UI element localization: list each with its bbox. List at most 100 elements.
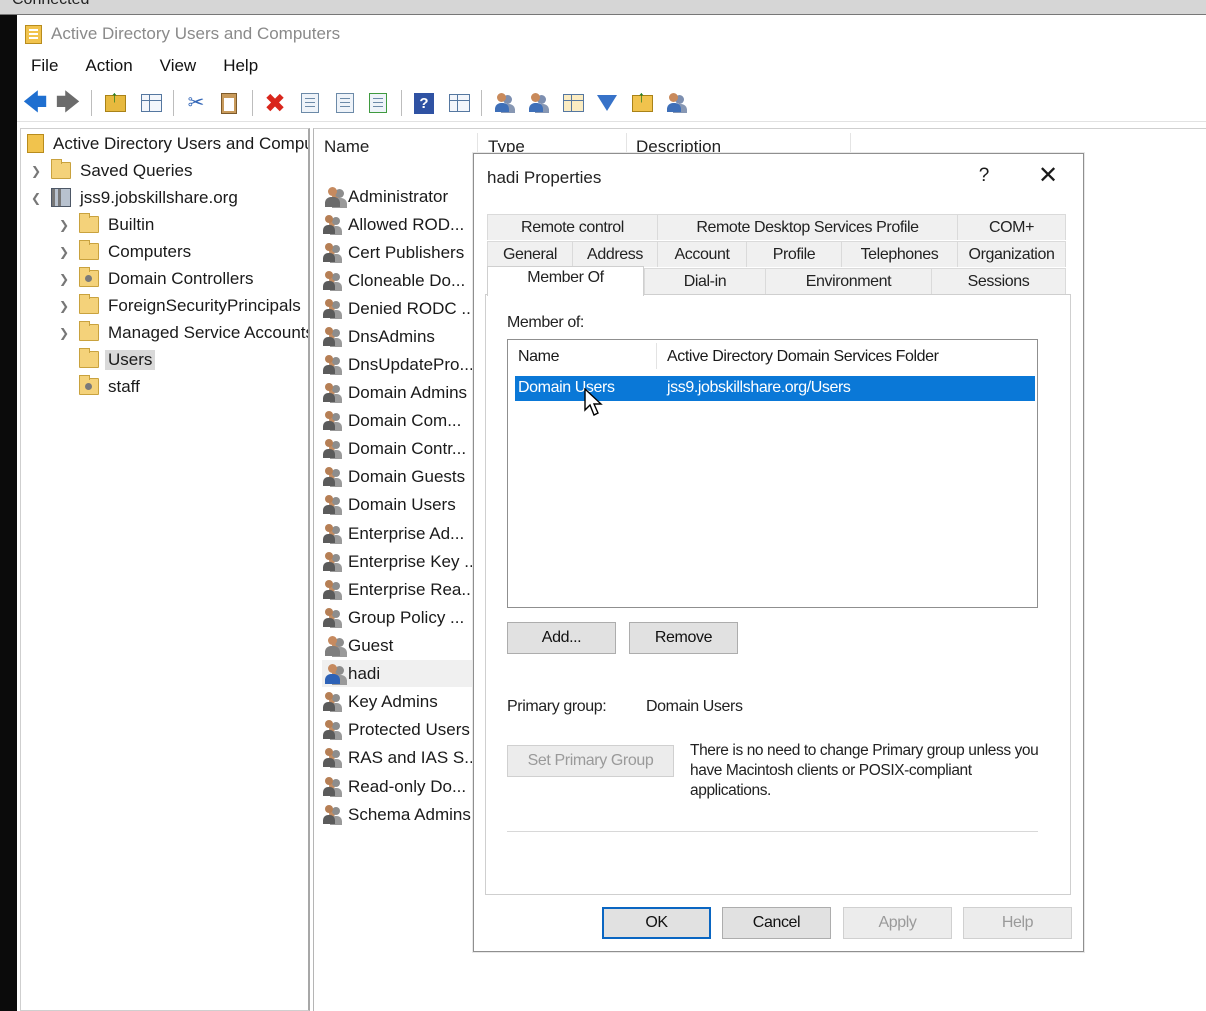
new-group-icon[interactable]	[525, 91, 551, 115]
tab-general[interactable]: General	[487, 241, 572, 267]
properties-icon[interactable]	[297, 91, 323, 115]
list-item[interactable]: Denied RODC ...	[322, 295, 472, 322]
list-item[interactable]: Read-only Do...	[322, 773, 472, 800]
delete-icon[interactable]: ✖	[262, 90, 288, 116]
filter-icon[interactable]	[594, 91, 620, 115]
member-of-list[interactable]: Name Active Directory Domain Services Fo…	[507, 339, 1038, 608]
tab-dial-in[interactable]: Dial-in	[644, 268, 765, 294]
refresh-icon[interactable]	[332, 91, 358, 115]
list-item[interactable]: Domain Contr...	[322, 435, 472, 462]
set-primary-group-button[interactable]: Set Primary Group	[507, 745, 674, 777]
column-header-name[interactable]: Name	[324, 137, 369, 157]
list-item[interactable]: Domain Admins	[322, 379, 472, 406]
properties-dialog: hadi Properties ? ✕ Remote control Remot…	[473, 153, 1084, 952]
tab-organization[interactable]: Organization	[957, 241, 1066, 267]
list-item[interactable]: Allowed ROD...	[322, 211, 472, 238]
help-button[interactable]: Help	[963, 907, 1072, 939]
list-item[interactable]: Enterprise Rea...	[322, 576, 472, 603]
menu-help[interactable]: Help	[209, 52, 271, 82]
tree-item-managed-service-accounts[interactable]: ❯ Managed Service Accounts	[57, 320, 308, 345]
tab-remote-control[interactable]: Remote control	[487, 214, 657, 240]
forward-arrow-icon[interactable]: 🡆	[55, 91, 81, 115]
tree-item-foreign-security-principals[interactable]: ❯ ForeignSecurityPrincipals	[57, 293, 301, 318]
tree-item-staff[interactable]: staff	[57, 374, 140, 399]
member-row-selected[interactable]: Domain Users jss9.jobskillshare.org/User…	[515, 376, 1035, 416]
tree-item-saved-queries[interactable]: ❯ Saved Queries	[29, 158, 192, 183]
tree-root[interactable]: Active Directory Users and Computers	[27, 131, 308, 156]
list-item-label: Domain Com...	[348, 410, 462, 430]
chevron-right-icon[interactable]: ❯	[57, 299, 71, 313]
list-item[interactable]: Cloneable Do...	[322, 267, 472, 294]
tab-member-of[interactable]: Member Of	[487, 266, 644, 296]
user-icon	[322, 186, 344, 208]
list-item[interactable]: Key Admins	[322, 688, 472, 715]
cut-icon[interactable]: ✂	[183, 91, 209, 115]
list-item[interactable]: Schema Admins	[322, 801, 472, 828]
group-icon	[322, 326, 344, 348]
list-item-label: Schema Admins	[348, 804, 471, 824]
member-column-folder[interactable]: Active Directory Domain Services Folder	[667, 348, 939, 366]
list-item[interactable]: DnsUpdatePro...	[322, 351, 472, 378]
export-list-icon[interactable]	[365, 91, 391, 115]
tab-remote-desktop-services-profile[interactable]: Remote Desktop Services Profile	[657, 214, 957, 240]
list-item[interactable]: Cert Publishers	[322, 239, 472, 266]
list-item[interactable]: Enterprise Key ...	[322, 548, 472, 575]
console-tree-icon[interactable]	[138, 91, 164, 115]
menu-action[interactable]: Action	[71, 52, 145, 82]
new-user-icon[interactable]	[491, 91, 517, 115]
clipboard-icon[interactable]	[216, 91, 242, 115]
group-icon	[322, 747, 344, 769]
chevron-right-icon[interactable]: ❯	[57, 326, 71, 340]
remove-button[interactable]: Remove	[629, 622, 738, 654]
tab-telephones[interactable]: Telephones	[841, 241, 957, 267]
add-button[interactable]: Add...	[507, 622, 616, 654]
chevron-right-icon[interactable]: ❯	[57, 218, 71, 232]
add-to-group-icon[interactable]	[663, 91, 689, 115]
list-item[interactable]: DnsAdmins	[322, 323, 472, 350]
list-item[interactable]: Guest	[322, 632, 472, 659]
view-icon[interactable]	[446, 91, 472, 115]
column-separator[interactable]	[656, 343, 657, 369]
tab-com-plus[interactable]: COM+	[957, 214, 1066, 240]
list-item[interactable]: Domain Guests	[322, 463, 472, 490]
list-item[interactable]: Enterprise Ad...	[322, 520, 472, 547]
tab-sessions[interactable]: Sessions	[931, 268, 1066, 294]
list-item[interactable]: Administrator	[322, 183, 472, 210]
tree-item-builtin[interactable]: ❯ Builtin	[57, 212, 154, 237]
list-item[interactable]: hadi	[322, 660, 472, 687]
menu-file[interactable]: File	[17, 52, 71, 82]
chevron-down-icon[interactable]: ❮	[29, 191, 43, 205]
new-ou-icon[interactable]	[560, 91, 586, 115]
folder-up-icon[interactable]	[102, 90, 128, 115]
list-item[interactable]: RAS and IAS S...	[322, 744, 472, 771]
apply-button[interactable]: Apply	[843, 907, 952, 939]
list-item[interactable]: Domain Com...	[322, 407, 472, 434]
help-question-icon[interactable]: ?	[974, 165, 994, 189]
tree-item-label: Builtin	[108, 214, 155, 234]
member-column-name[interactable]: Name	[518, 348, 559, 366]
tab-profile[interactable]: Profile	[746, 241, 841, 267]
list-item[interactable]: Protected Users	[322, 716, 472, 743]
group-icon	[322, 523, 344, 545]
menu-view[interactable]: View	[146, 52, 210, 82]
member-of-label: Member of:	[507, 314, 584, 331]
help-icon[interactable]: ?	[411, 91, 437, 115]
tree-item-computers[interactable]: ❯ Computers	[57, 239, 191, 264]
back-arrow-icon[interactable]: 🡄	[22, 91, 48, 115]
tab-environment[interactable]: Environment	[765, 268, 931, 294]
chevron-right-icon[interactable]: ❯	[57, 245, 71, 259]
ok-button[interactable]: OK	[602, 907, 711, 939]
cancel-button[interactable]: Cancel	[722, 907, 831, 939]
tab-address[interactable]: Address	[572, 241, 657, 267]
list-item[interactable]: Group Policy ...	[322, 604, 472, 631]
find-icon[interactable]	[629, 90, 655, 115]
close-icon[interactable]: ✕	[1035, 163, 1061, 189]
tree-item-domain[interactable]: ❮ jss9.jobskillshare.org	[29, 185, 238, 210]
tab-account[interactable]: Account	[657, 241, 746, 267]
tree-item-users[interactable]: Users	[57, 347, 156, 372]
chevron-right-icon[interactable]: ❯	[29, 164, 43, 178]
chevron-right-icon[interactable]: ❯	[57, 272, 71, 286]
tree-item-domain-controllers[interactable]: ❯ Domain Controllers	[57, 266, 254, 291]
list-item[interactable]: Domain Users	[322, 491, 472, 518]
toolbar-separator	[481, 90, 482, 116]
